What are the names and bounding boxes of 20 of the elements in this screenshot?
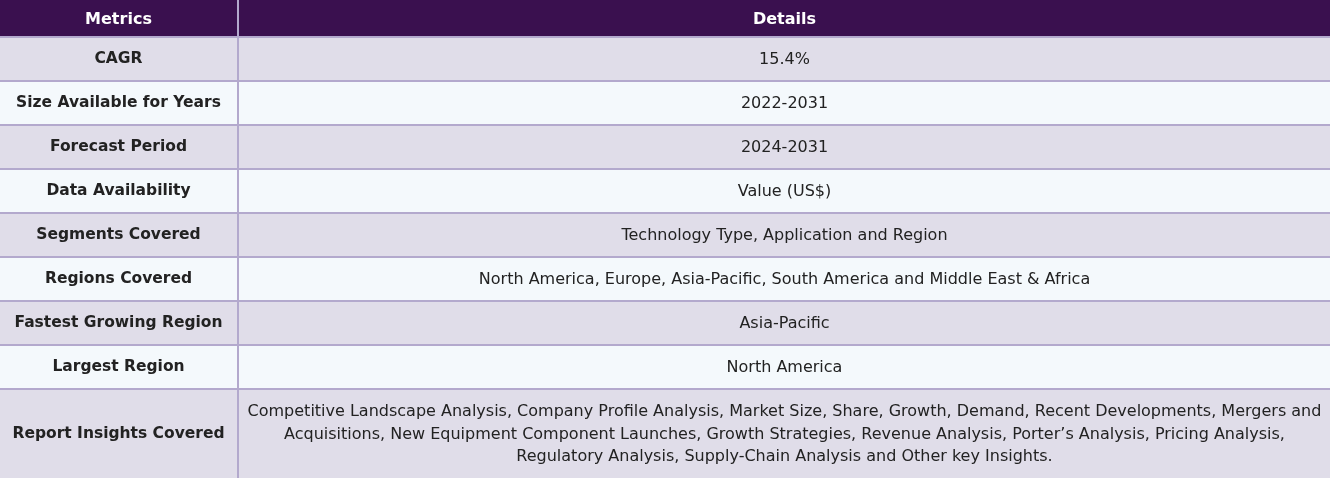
table-cell: Technology Type, Application and Region [239,212,1330,256]
table-cell: Segments Covered [0,212,239,256]
table-cell: Value (US$) [239,168,1330,212]
table-cell: Regions Covered [0,256,239,300]
column-header: Details [239,0,1330,36]
table-cell: 15.4% [239,36,1330,80]
table-cell: CAGR [0,36,239,80]
table-cell: 2024-2031 [239,124,1330,168]
table-cell: North America, Europe, Asia-Pacific, South America and Middle East & Africa [239,256,1330,300]
table-cell: Fastest Growing Region [0,300,239,344]
column-header: Metrics [0,0,239,36]
table-cell: Size Available for Years [0,80,239,124]
table-cell: Largest Region [0,344,239,388]
table-cell: Forecast Period [0,124,239,168]
table-cell: North America [239,344,1330,388]
table-cell: Competitive Landscape Analysis, Company Profile Analysis, Market Size, Share, Growth, Demand, Recent Developments, Mergers and Acquisitions, New Equipment Component Launches, Growth Strategies, Revenue Analysis, Porter’s Analysis, Pricing Analysis, Regulatory Analysis, Supply-Chain Analysis and Other key Insights. [239,388,1330,478]
table-cell: Report Insights Covered [0,388,239,478]
table-cell: Asia-Pacific [239,300,1330,344]
table-cell: 2022-2031 [239,80,1330,124]
table-cell: Data Availability [0,168,239,212]
